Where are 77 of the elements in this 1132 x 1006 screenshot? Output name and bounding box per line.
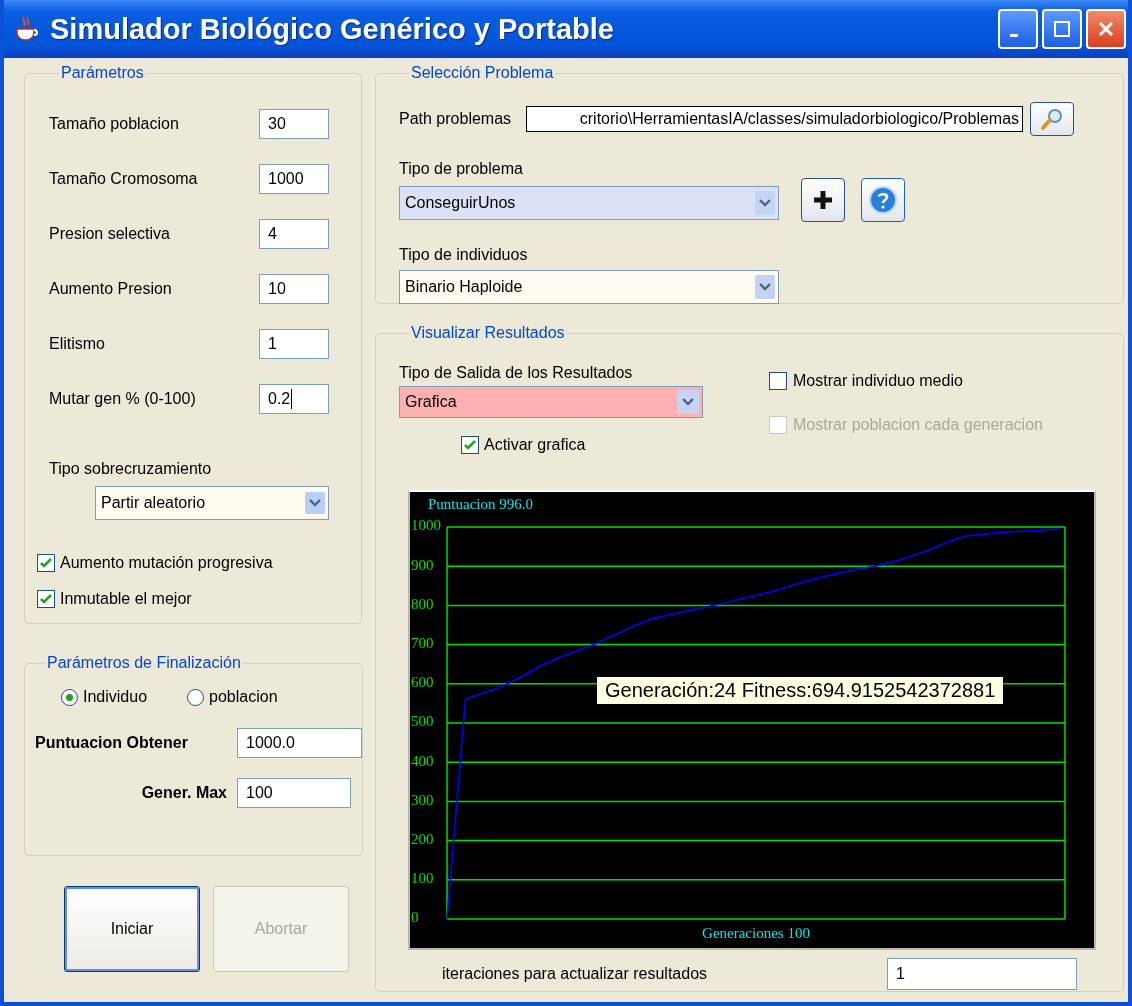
input-field[interactable]: 100 <box>237 778 351 808</box>
chevron-down-icon <box>677 390 699 414</box>
chevron-down-icon <box>305 492 325 514</box>
axis-tick-label: 200 <box>411 831 434 848</box>
radio-label: Individuo <box>83 688 148 706</box>
x-axis-label: Generaciones 100 <box>702 925 810 941</box>
axis-tick-label: 500 <box>411 713 434 730</box>
input-field[interactable]: 1000.0 <box>237 728 362 758</box>
axis-tick-label: 300 <box>411 791 434 808</box>
group-title: Parámetros <box>60 64 145 82</box>
axis-tick-label: 100 <box>411 870 434 887</box>
radio-button[interactable] <box>61 688 78 706</box>
checkbox-label: Mostrar individuo medio <box>793 372 963 390</box>
group-title: Visualizar Resultados <box>410 324 566 342</box>
checkbox[interactable] <box>37 590 55 608</box>
axis-tick-label: 600 <box>411 674 434 691</box>
chart-title: Puntuacion 996.0 <box>428 496 533 512</box>
checkbox-label: Inmutable el mejor <box>60 590 192 608</box>
input-field[interactable]: 4 <box>259 218 329 249</box>
checkbox[interactable] <box>769 372 787 390</box>
radio-label: poblacion <box>209 688 278 706</box>
checkbox-label: Mostrar poblacion cada generacion <box>793 416 1043 434</box>
axis-tick-label: 1000 <box>411 517 441 534</box>
axis-tick-label: 400 <box>411 752 434 769</box>
plus-icon <box>811 188 835 212</box>
axis-tick-label: 700 <box>411 635 434 652</box>
input-field[interactable]: 30 <box>259 108 329 139</box>
input-field[interactable]: 0.2 <box>259 383 329 414</box>
field-label: Tipo sobrecruzamiento <box>49 460 213 478</box>
field-label: Presion selectiva <box>49 224 170 243</box>
path-field[interactable]: critorio\HerramientasIA/classes/simuladorbiologico/Problemas <box>526 106 1024 132</box>
checkbox-label: Aumento mutación progresiva <box>60 554 273 572</box>
field-label: Tamaño Cromosoma <box>49 169 198 188</box>
input-field[interactable]: 1000 <box>259 163 329 194</box>
group-title: Parámetros de Finalización <box>46 654 242 672</box>
field-label: Aumento Presion <box>49 279 172 298</box>
field-label: Mutar gen % (0-100) <box>49 389 196 408</box>
maximize-button[interactable] <box>1042 9 1082 49</box>
field-label: Puntuacion Obtener <box>35 734 189 752</box>
checkbox[interactable] <box>37 554 55 572</box>
dropdown[interactable]: Grafica <box>399 386 703 418</box>
help-icon <box>868 185 898 215</box>
dropdown[interactable]: Partir aleatorio <box>95 486 329 520</box>
field-label: iteraciones para actualizar resultados <box>442 965 709 983</box>
input-field[interactable]: 1 <box>259 328 329 359</box>
close-button[interactable] <box>1086 9 1126 49</box>
field-label: Tamaño poblacion <box>49 114 179 133</box>
tooltip: Generación:24 Fitness:694.9152542372881 <box>597 677 1004 704</box>
field-label: Tipo de Salida de los Resultados <box>399 364 634 382</box>
close-icon <box>1096 19 1116 39</box>
radio-button[interactable] <box>187 688 205 706</box>
group-title: Selección Problema <box>410 64 555 82</box>
checkbox[interactable] <box>461 436 479 454</box>
field-label: Tipo de problema <box>399 160 524 178</box>
field-label: Gener. Max <box>140 784 228 802</box>
field-label: Tipo de individuos <box>399 246 529 264</box>
field-label: Elitismo <box>49 334 105 353</box>
action-button[interactable]: Iniciar <box>64 886 200 972</box>
chevron-down-icon <box>755 191 775 215</box>
axis-tick-label: 800 <box>411 595 434 612</box>
minimize-icon <box>1010 33 1018 37</box>
coffee-cup-icon <box>14 15 40 43</box>
maximize-icon <box>1052 19 1072 39</box>
help-button[interactable] <box>861 178 905 222</box>
axis-tick-label: 0 <box>411 909 419 926</box>
dropdown[interactable]: ConseguirUnos <box>399 186 779 220</box>
chevron-down-icon <box>755 275 775 299</box>
input-field[interactable]: 1 <box>887 958 1077 990</box>
window-title: Simulador Biológico Genérico y Portable <box>50 12 615 46</box>
search-button[interactable] <box>1030 102 1075 136</box>
dropdown[interactable]: Binario Haploide <box>399 270 779 304</box>
axis-tick-label: 900 <box>411 556 434 573</box>
add-button[interactable] <box>801 178 845 222</box>
input-field[interactable]: 10 <box>259 273 329 304</box>
minimize-button[interactable] <box>998 9 1038 49</box>
field-label: Path problemas <box>399 110 512 128</box>
checkbox-label: Activar grafica <box>484 436 586 454</box>
